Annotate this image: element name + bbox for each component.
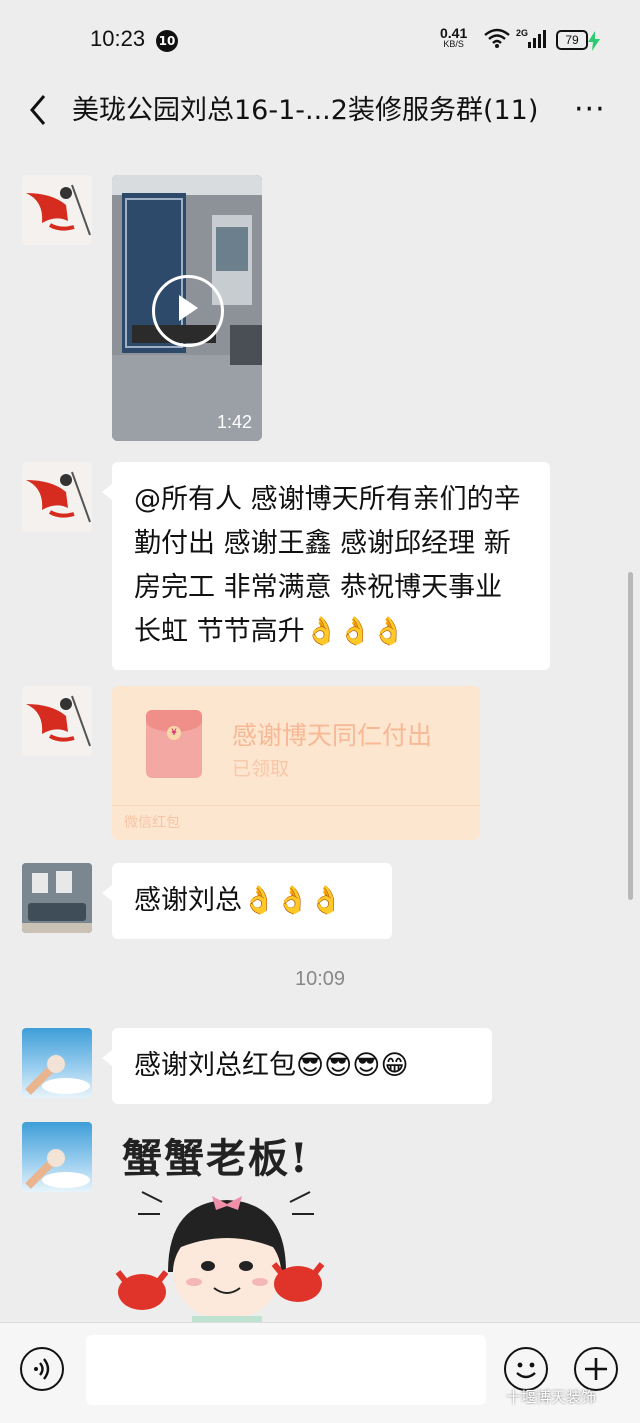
plus-icon[interactable]	[574, 1347, 618, 1391]
message-timestamp: 10:09	[294, 968, 346, 990]
input-bar	[0, 1322, 640, 1423]
message-input[interactable]	[86, 1335, 486, 1405]
sticker-message[interactable]: 蟹蟹老板!	[112, 1122, 342, 1327]
red-packet-title: 感谢博天同仁付出	[232, 721, 433, 750]
scrollbar[interactable]	[628, 572, 633, 900]
avatar[interactable]	[22, 686, 92, 756]
cool-face-emoji: 😎😎😎😁	[296, 1050, 409, 1081]
living-room-avatar-icon	[22, 863, 92, 933]
battery-icon: 79	[556, 30, 588, 50]
avatar[interactable]	[22, 1028, 92, 1098]
ok-hand-emoji: 👌👌👌	[304, 616, 406, 647]
red-packet-message[interactable]: ¥ 感谢博天同仁付出 已领取 微信红包	[112, 686, 480, 840]
avatar[interactable]	[22, 462, 92, 532]
emoji-icon[interactable]	[504, 1347, 548, 1391]
play-icon[interactable]	[152, 275, 224, 347]
red-envelope-icon: ¥	[146, 710, 202, 778]
signal-bars-icon	[528, 30, 546, 48]
red-packet-status: 已领取	[232, 758, 290, 780]
battery-level: 79	[565, 33, 579, 47]
more-icon[interactable]: ···	[574, 92, 606, 127]
wifi-icon	[484, 28, 510, 48]
message-text: 感谢刘总红包	[134, 1050, 296, 1081]
sky-hand-avatar-icon	[25, 1055, 90, 1095]
avatar[interactable]	[22, 863, 92, 933]
charging-icon	[588, 31, 600, 51]
girl-with-crabs-sticker	[115, 1191, 325, 1327]
ok-hand-emoji: 👌👌👌	[242, 885, 343, 916]
status-time: 10:23	[90, 26, 146, 51]
net-speed-unit: KB/S	[443, 39, 464, 49]
watermark: 十堰博天装饰	[506, 1388, 597, 1406]
message-bubble[interactable]: @所有人 感谢博天所有亲们的辛勤付出 感谢王鑫 感谢邱经理 新房完工 非常满意 …	[102, 462, 550, 670]
avatar[interactable]	[22, 175, 92, 245]
status-bar: 10:23 10 0.41 KB/S 2G 79	[0, 0, 640, 80]
message-text: 感谢刘总	[134, 885, 242, 916]
chat-header: 美珑公园刘总16-1-...2装修服务群(11) ···	[0, 80, 640, 140]
avatar[interactable]	[22, 1122, 92, 1192]
voice-icon[interactable]	[20, 1347, 64, 1391]
red-packet-label: 微信红包	[124, 815, 180, 831]
warrior-avatar-icon	[26, 184, 91, 236]
red-packet-footer: 微信红包	[112, 805, 480, 840]
message-bubble[interactable]: 感谢刘总👌👌👌	[102, 863, 392, 939]
warrior-avatar-icon	[26, 471, 91, 523]
net-speed: 0.41 KB/S	[440, 26, 467, 49]
video-message[interactable]: 1:42	[112, 175, 262, 441]
video-duration: 1:42	[216, 412, 252, 432]
net-speed-value: 0.41	[440, 25, 468, 41]
message-bubble[interactable]: 感谢刘总红包😎😎😎😁	[102, 1028, 492, 1104]
notification-badge: 10	[156, 30, 178, 52]
warrior-avatar-icon	[26, 695, 91, 747]
chat-title: 美珑公园刘总16-1-...2装修服务群(11)	[72, 95, 539, 126]
chevron-left-icon[interactable]	[20, 90, 60, 130]
sky-hand-avatar-icon	[25, 1149, 90, 1189]
